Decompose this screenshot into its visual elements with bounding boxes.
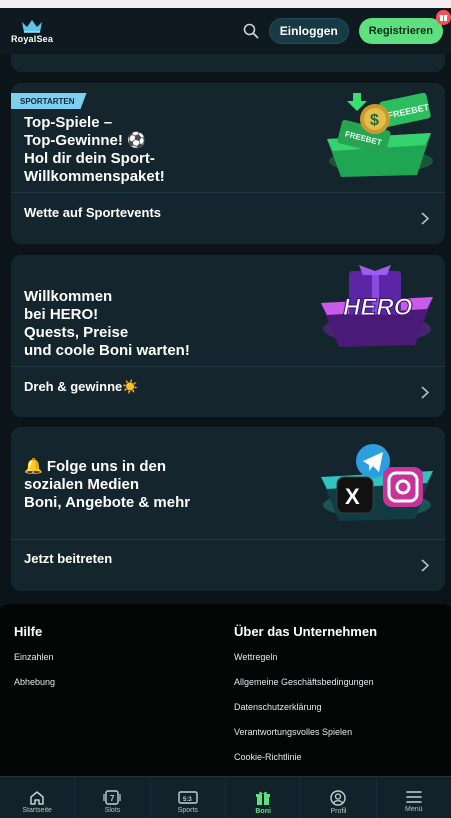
card-title: Top-Spiele – Top-Gewinne! ⚽ Hol dir dein… bbox=[24, 114, 165, 185]
user-icon bbox=[330, 790, 347, 806]
promo-list: SPORTARTEN Top-Spiele – Top-Gewinne! ⚽ H… bbox=[0, 54, 451, 600]
nav-label: Startseite bbox=[22, 807, 52, 814]
footer: Hilfe Einzahlen Abhebung Über das Untern… bbox=[0, 600, 451, 776]
footer-heading: Hilfe bbox=[14, 624, 43, 639]
svg-text:5:3: 5:3 bbox=[183, 797, 192, 803]
card-divider bbox=[11, 539, 445, 540]
footer-link-withdrawal[interactable]: Abhebung bbox=[14, 677, 55, 702]
card-divider bbox=[11, 192, 445, 193]
previous-card-edge bbox=[11, 54, 445, 72]
card-divider bbox=[11, 366, 445, 367]
hero-art-text: HERO bbox=[343, 294, 413, 321]
crown-icon bbox=[21, 19, 43, 33]
hero-gift-art: HERO bbox=[315, 259, 439, 356]
promo-card-social[interactable]: 🔔 Folge uns in den sozialen Medien Boni,… bbox=[11, 427, 445, 591]
footer-link-betting-rules[interactable]: Wettregeln bbox=[234, 652, 377, 677]
nav-item-home[interactable]: Startseite bbox=[0, 777, 76, 818]
svg-text:7: 7 bbox=[110, 794, 115, 803]
header: RoyalSea Einloggen Registrieren bbox=[0, 8, 451, 54]
search-icon[interactable] bbox=[243, 23, 259, 39]
promo-card-hero[interactable]: Willkommen bei HERO! Quests, Preise und … bbox=[11, 255, 445, 417]
card-tag: SPORTARTEN bbox=[11, 93, 87, 109]
nav-label: Menü bbox=[405, 806, 423, 813]
nav-label: Boni bbox=[255, 808, 271, 815]
footer-company-column: Über das Unternehmen Wettregeln Allgemei… bbox=[234, 624, 377, 777]
home-icon bbox=[29, 790, 45, 805]
scoreboard-icon: 5:3 bbox=[178, 790, 198, 805]
card-title: 🔔 Folge uns in den sozialen Medien Boni,… bbox=[24, 458, 191, 511]
nav-item-slots[interactable]: 7 Slots bbox=[75, 777, 151, 818]
chevron-right-icon[interactable] bbox=[421, 559, 430, 577]
logo[interactable]: RoyalSea bbox=[8, 19, 56, 44]
footer-link-responsible-gaming[interactable]: Verantwortungsvolles Spielen bbox=[234, 727, 377, 752]
logo-text: RoyalSea bbox=[10, 33, 54, 44]
footer-heading: Über das Unternehmen bbox=[234, 624, 378, 639]
footer-link-privacy[interactable]: Datenschutzerklärung bbox=[234, 702, 377, 727]
nav-label: Profil bbox=[330, 808, 347, 815]
card-action[interactable]: Dreh & gewinne☀️ bbox=[24, 379, 138, 395]
login-button[interactable]: Einloggen bbox=[268, 18, 349, 44]
footer-link-terms[interactable]: Allgemeine Geschäftsbedingungen bbox=[234, 677, 377, 702]
nav-item-menu[interactable]: Menü bbox=[377, 777, 451, 818]
svg-text:X: X bbox=[345, 484, 360, 509]
card-title: Willkommen bei HERO! Quests, Preise und … bbox=[24, 288, 190, 359]
promo-card-sports[interactable]: SPORTARTEN Top-Spiele – Top-Gewinne! ⚽ H… bbox=[11, 83, 445, 244]
footer-link-cookie-policy[interactable]: Cookie-Richtlinie bbox=[234, 752, 377, 777]
chevron-right-icon[interactable] bbox=[421, 212, 430, 230]
freebet-wallet-art: FREEBET FREEBET $ bbox=[319, 89, 439, 186]
chevron-right-icon[interactable] bbox=[421, 386, 430, 404]
social-media-art: X bbox=[315, 439, 439, 534]
gift-icon[interactable] bbox=[436, 10, 451, 25]
nav-item-bonuses[interactable]: Boni bbox=[226, 777, 302, 818]
register-button[interactable]: Registrieren bbox=[358, 18, 443, 44]
nav-label: Sports bbox=[177, 807, 198, 814]
card-action[interactable]: Wette auf Sportevents bbox=[24, 205, 161, 220]
svg-text:$: $ bbox=[370, 112, 379, 129]
slot-machine-icon: 7 bbox=[103, 790, 122, 805]
nav-item-profile[interactable]: Profil bbox=[301, 777, 377, 818]
nav-item-sports[interactable]: 5:3 Sports bbox=[151, 777, 226, 818]
card-action[interactable]: Jetzt beitreten bbox=[24, 551, 112, 566]
nav-label: Slots bbox=[104, 807, 121, 814]
bottom-nav: Startseite 7 Slots 5:3 Sports Boni Profi… bbox=[0, 776, 451, 818]
footer-link-deposit[interactable]: Einzahlen bbox=[14, 652, 55, 677]
menu-icon bbox=[405, 790, 422, 804]
footer-help-column: Hilfe Einzahlen Abhebung bbox=[14, 624, 55, 702]
gift-icon bbox=[255, 790, 271, 806]
top-strip bbox=[0, 0, 451, 8]
